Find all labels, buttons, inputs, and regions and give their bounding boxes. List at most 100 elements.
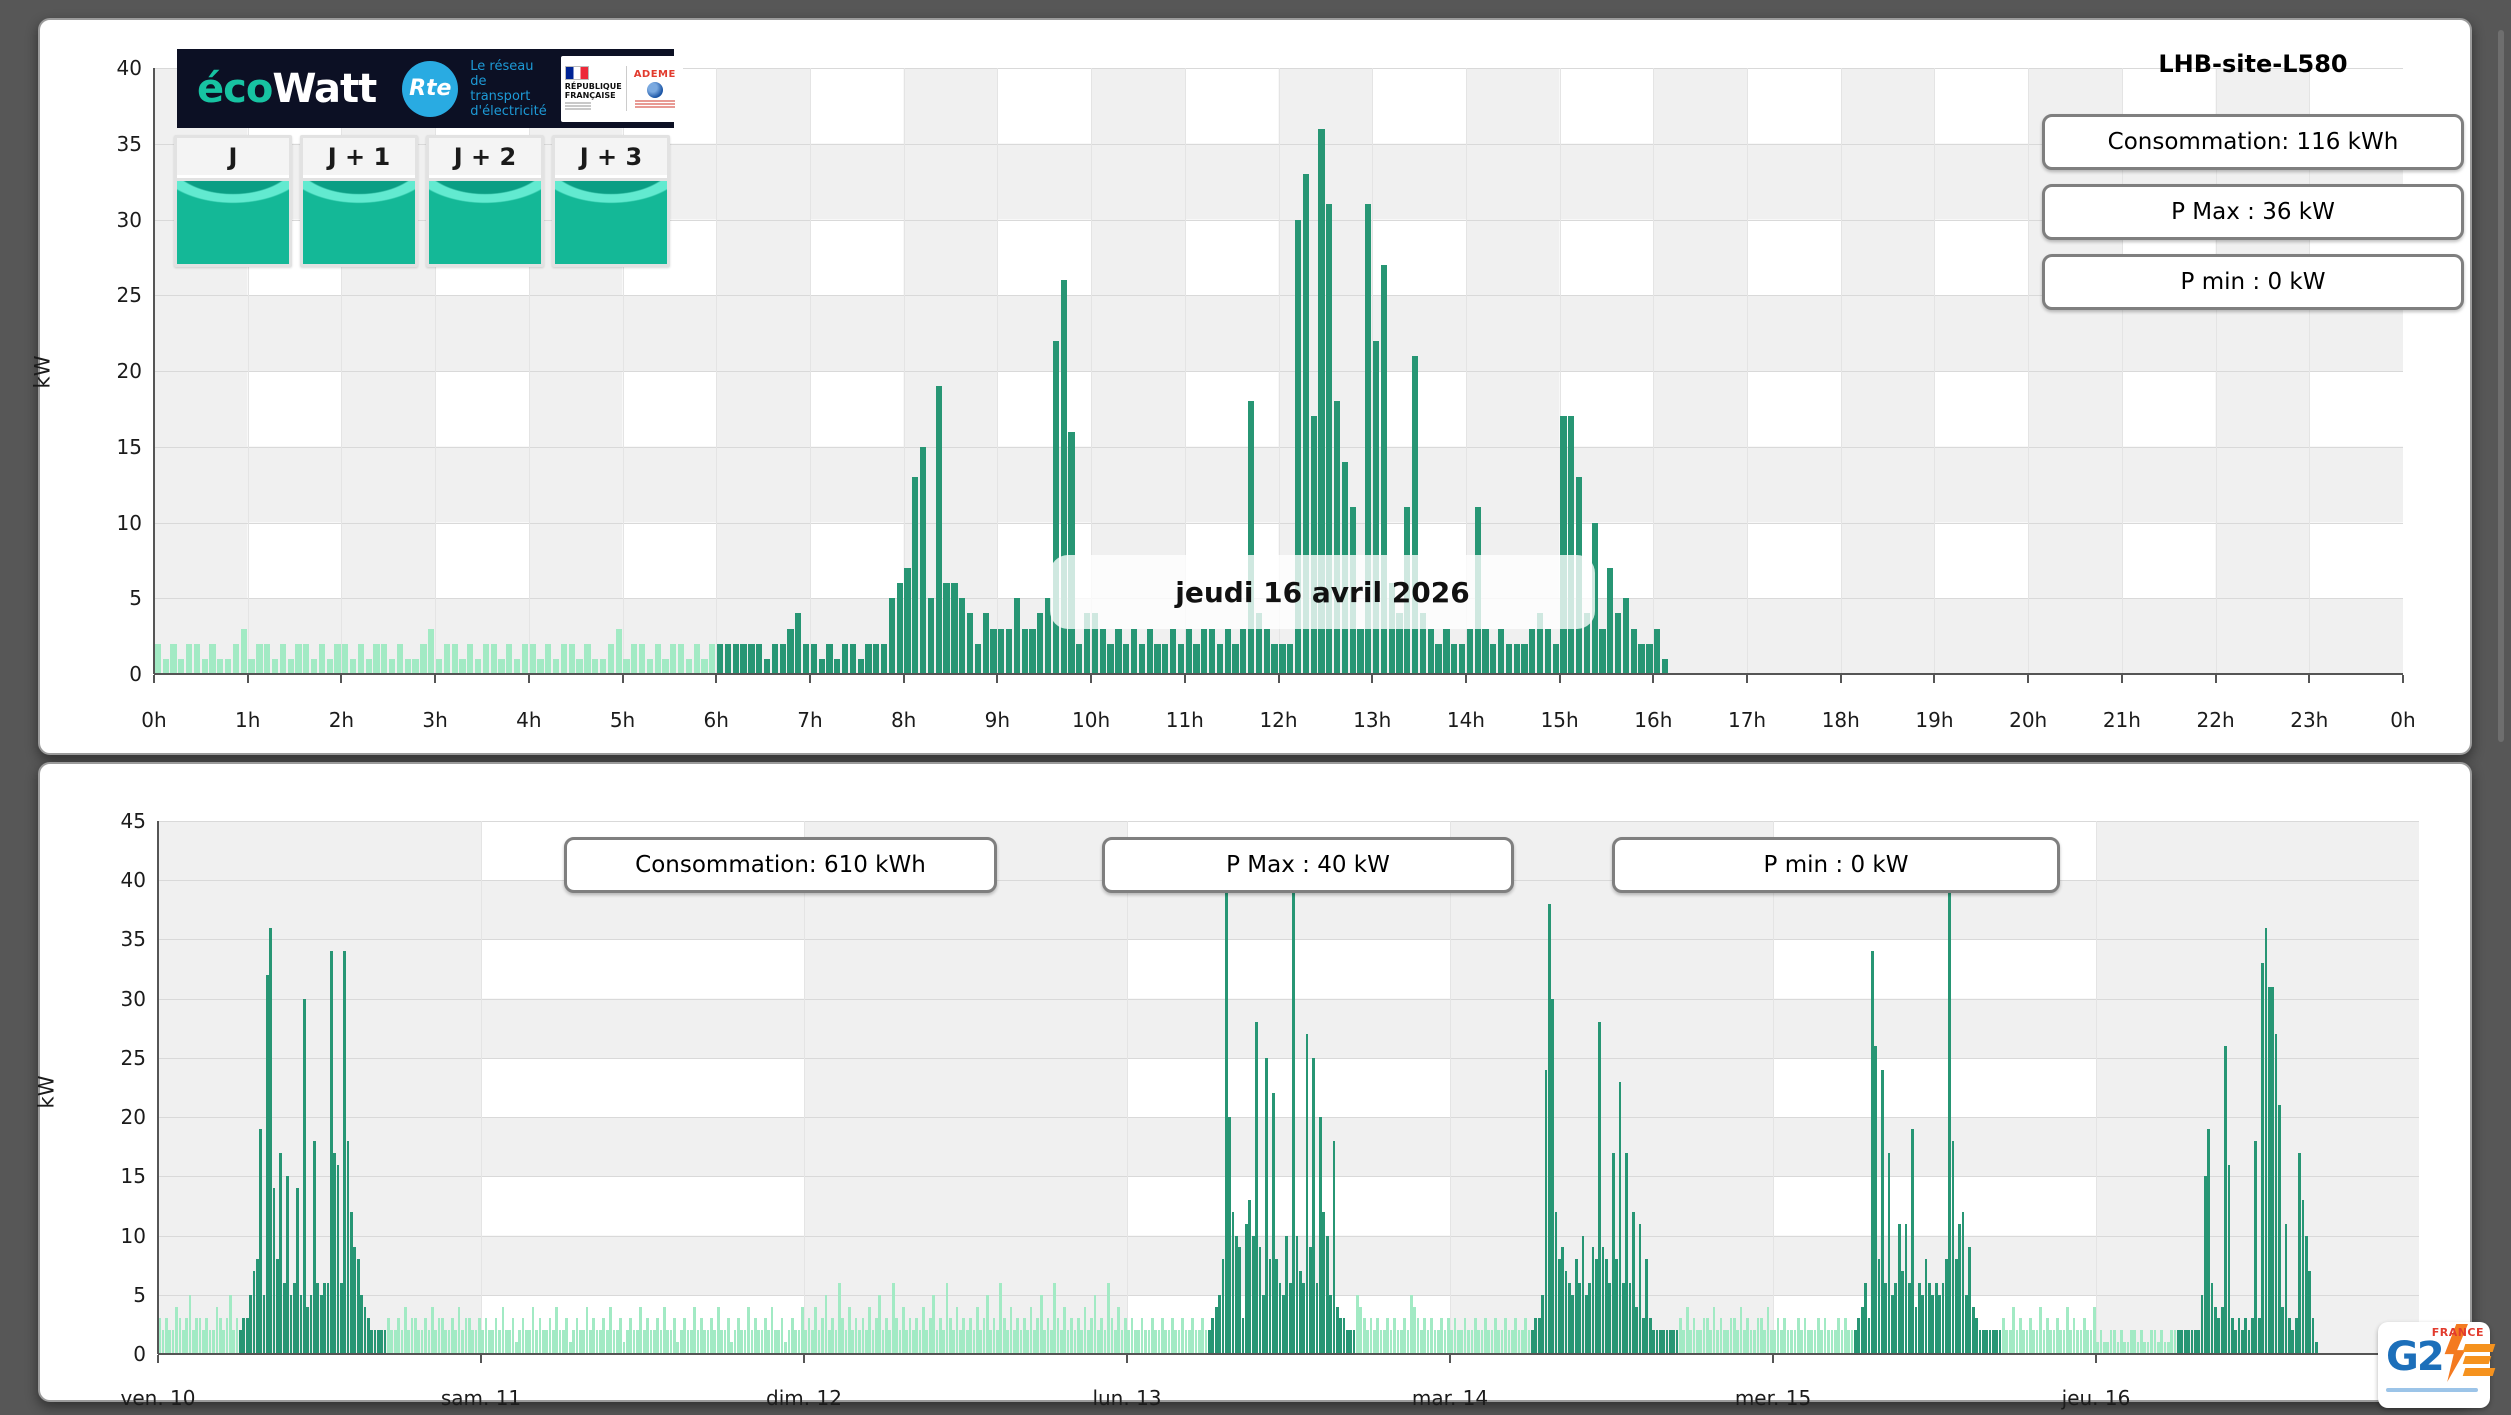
bar[interactable] bbox=[1023, 1318, 1026, 1354]
bar[interactable] bbox=[1214, 1306, 1218, 1354]
bar[interactable] bbox=[1039, 1294, 1043, 1354]
bar[interactable] bbox=[1440, 1318, 1443, 1354]
bar[interactable] bbox=[2257, 1318, 2261, 1354]
bar[interactable] bbox=[1265, 1057, 1268, 1354]
bar[interactable] bbox=[232, 1330, 236, 1354]
bar[interactable] bbox=[1743, 1330, 1746, 1354]
bar[interactable] bbox=[309, 1294, 313, 1354]
bar[interactable] bbox=[272, 1188, 276, 1354]
bar[interactable] bbox=[1632, 1211, 1635, 1354]
bar[interactable] bbox=[2015, 1330, 2019, 1354]
bar[interactable] bbox=[639, 1306, 643, 1354]
bar[interactable] bbox=[1204, 1330, 1208, 1354]
bar[interactable] bbox=[1287, 643, 1294, 674]
bar[interactable] bbox=[1457, 1330, 1460, 1354]
bar[interactable] bbox=[212, 1330, 215, 1354]
bar[interactable] bbox=[249, 1294, 252, 1354]
bar[interactable] bbox=[1790, 1330, 1793, 1354]
bar[interactable] bbox=[2278, 1105, 2281, 1354]
bar[interactable] bbox=[2002, 1318, 2005, 1354]
bar[interactable] bbox=[407, 1330, 410, 1354]
bar[interactable] bbox=[1823, 1318, 1827, 1354]
bar[interactable] bbox=[1507, 1330, 1511, 1354]
bar[interactable] bbox=[1783, 1318, 1787, 1354]
bar[interactable] bbox=[1362, 1318, 1366, 1354]
bar[interactable] bbox=[623, 658, 630, 674]
bar[interactable] bbox=[1451, 643, 1458, 674]
bar[interactable] bbox=[508, 1330, 511, 1354]
bar[interactable] bbox=[1043, 1330, 1046, 1354]
bar[interactable] bbox=[1423, 1318, 1427, 1354]
bar[interactable] bbox=[974, 643, 981, 674]
bar[interactable] bbox=[1753, 1330, 1756, 1354]
bar[interactable] bbox=[1820, 1330, 1824, 1354]
bar[interactable] bbox=[1581, 1235, 1585, 1354]
bar[interactable] bbox=[1235, 1235, 1238, 1354]
bar[interactable] bbox=[1224, 880, 1228, 1354]
bar[interactable] bbox=[1154, 643, 1161, 674]
bar[interactable] bbox=[1870, 951, 1874, 1354]
bar[interactable] bbox=[1312, 1057, 1316, 1354]
bar[interactable] bbox=[1446, 1318, 1450, 1354]
forecast-tile[interactable]: J + 3 bbox=[552, 135, 670, 267]
bar[interactable] bbox=[817, 1330, 821, 1354]
bar[interactable] bbox=[1426, 1330, 1430, 1354]
bar[interactable] bbox=[2062, 1330, 2066, 1354]
bar[interactable] bbox=[2224, 1046, 2227, 1354]
bar[interactable] bbox=[1843, 1318, 1847, 1354]
bar[interactable] bbox=[1914, 1306, 1918, 1354]
bar[interactable] bbox=[2133, 1330, 2137, 1354]
bar[interactable] bbox=[670, 643, 677, 674]
bar[interactable] bbox=[632, 1330, 636, 1354]
bar[interactable] bbox=[732, 643, 739, 674]
bar[interactable] bbox=[989, 1330, 993, 1354]
bar[interactable] bbox=[537, 658, 544, 674]
bar[interactable] bbox=[1544, 628, 1552, 674]
bar[interactable] bbox=[1968, 1247, 1972, 1354]
bar[interactable] bbox=[353, 1247, 357, 1354]
bar[interactable] bbox=[1285, 1235, 1289, 1354]
bar[interactable] bbox=[474, 1330, 478, 1354]
bar[interactable] bbox=[1169, 628, 1177, 674]
bar[interactable] bbox=[303, 643, 310, 674]
bar[interactable] bbox=[269, 927, 273, 1354]
bar[interactable] bbox=[377, 1330, 380, 1354]
bar[interactable] bbox=[1147, 1330, 1151, 1354]
bar[interactable] bbox=[1971, 1306, 1975, 1354]
bar[interactable] bbox=[481, 1330, 485, 1354]
bar[interactable] bbox=[1689, 1330, 1692, 1354]
bar[interactable] bbox=[996, 1330, 999, 1354]
bar[interactable] bbox=[1662, 1330, 1665, 1354]
bar[interactable] bbox=[568, 643, 575, 674]
bar[interactable] bbox=[1292, 892, 1295, 1354]
bar[interactable] bbox=[945, 1282, 949, 1354]
bar[interactable] bbox=[848, 1306, 851, 1354]
bar[interactable] bbox=[1483, 1318, 1487, 1354]
bar[interactable] bbox=[363, 1306, 367, 1354]
bar[interactable] bbox=[1931, 1294, 1935, 1354]
bar[interactable] bbox=[1110, 1318, 1114, 1354]
bar[interactable] bbox=[701, 658, 708, 674]
bar[interactable] bbox=[1732, 1318, 1736, 1354]
bar[interactable] bbox=[287, 658, 294, 674]
bar[interactable] bbox=[343, 951, 347, 1354]
bar[interactable] bbox=[1013, 598, 1020, 674]
bar[interactable] bbox=[435, 658, 443, 674]
bar[interactable] bbox=[1800, 1330, 1803, 1354]
bar[interactable] bbox=[1021, 628, 1028, 674]
bar[interactable] bbox=[1037, 613, 1044, 674]
bar[interactable] bbox=[1154, 1330, 1157, 1354]
bar[interactable] bbox=[1258, 1247, 1262, 1354]
bar[interactable] bbox=[841, 1318, 845, 1354]
bar[interactable] bbox=[504, 1330, 508, 1354]
bar[interactable] bbox=[276, 1259, 279, 1354]
bar[interactable] bbox=[1874, 1046, 1877, 1354]
bar[interactable] bbox=[1510, 1330, 1514, 1354]
bar[interactable] bbox=[1810, 1330, 1814, 1354]
bar[interactable] bbox=[225, 1318, 229, 1354]
bar[interactable] bbox=[271, 658, 279, 674]
bar[interactable] bbox=[1137, 1330, 1141, 1354]
bar[interactable] bbox=[471, 1330, 474, 1354]
bar[interactable] bbox=[2069, 1330, 2073, 1354]
bar[interactable] bbox=[2039, 1306, 2042, 1354]
